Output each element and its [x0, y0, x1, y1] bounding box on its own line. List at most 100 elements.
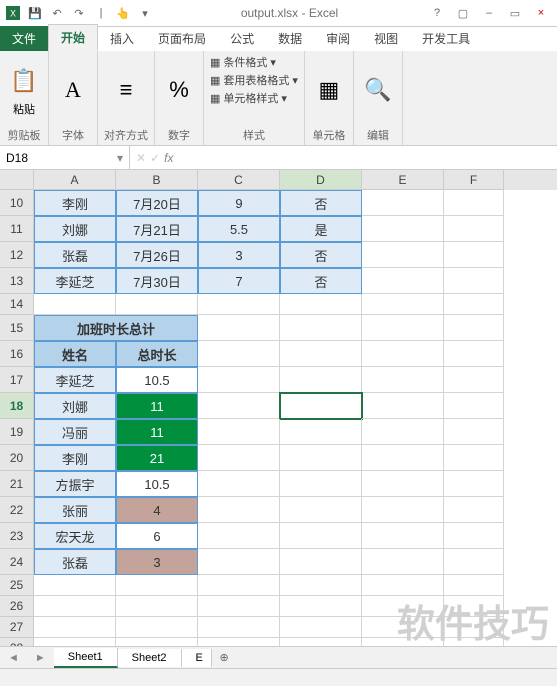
summary-total-cell[interactable]: 21	[116, 445, 198, 471]
help-button[interactable]: ?	[425, 4, 449, 22]
empty-cell[interactable]	[362, 617, 444, 638]
summary-total-cell[interactable]: 11	[116, 393, 198, 419]
empty-cell[interactable]	[198, 471, 280, 497]
empty-cell[interactable]	[444, 393, 504, 419]
excel-icon[interactable]: X	[4, 4, 22, 22]
empty-cell[interactable]	[280, 617, 362, 638]
restore-button[interactable]: ▭	[503, 4, 527, 22]
cancel-formula-icon[interactable]: ✕	[136, 151, 146, 165]
empty-cell[interactable]	[444, 294, 504, 315]
row-header[interactable]: 23	[0, 523, 34, 549]
row-header[interactable]: 12	[0, 242, 34, 268]
spreadsheet-grid[interactable]: A B C D E F 10李刚7月20日9否11刘娜7月21日5.5是12张磊…	[0, 170, 557, 660]
empty-cell[interactable]	[362, 315, 444, 341]
empty-cell[interactable]	[116, 575, 198, 596]
empty-cell[interactable]	[362, 242, 444, 268]
paste-label[interactable]: 粘贴	[13, 101, 35, 117]
empty-cell[interactable]	[198, 315, 280, 341]
summary-total-cell[interactable]: 3	[116, 549, 198, 575]
col-header-b[interactable]: B	[116, 170, 198, 190]
empty-cell[interactable]	[198, 523, 280, 549]
tab-data[interactable]: 数据	[266, 26, 314, 51]
empty-cell[interactable]	[116, 294, 198, 315]
col-header-d[interactable]: D	[280, 170, 362, 190]
row-header[interactable]: 27	[0, 617, 34, 638]
data-cell[interactable]: 3	[198, 242, 280, 268]
empty-cell[interactable]	[444, 549, 504, 575]
summary-name-cell[interactable]: 宏天龙	[34, 523, 116, 549]
empty-cell[interactable]	[362, 419, 444, 445]
conditional-formatting-button[interactable]: ▦条件格式 ▾	[210, 54, 298, 70]
empty-cell[interactable]	[444, 216, 504, 242]
minimize-button[interactable]: –	[477, 4, 501, 22]
format-as-table-button[interactable]: ▦套用表格格式 ▾	[210, 72, 298, 88]
empty-cell[interactable]	[198, 367, 280, 393]
empty-cell[interactable]	[444, 190, 504, 216]
empty-cell[interactable]	[280, 367, 362, 393]
row-header[interactable]: 20	[0, 445, 34, 471]
find-icon[interactable]: 🔍	[360, 72, 396, 108]
empty-cell[interactable]	[444, 419, 504, 445]
data-cell[interactable]: 9	[198, 190, 280, 216]
empty-cell[interactable]	[444, 445, 504, 471]
empty-cell[interactable]	[280, 575, 362, 596]
data-cell[interactable]: 7	[198, 268, 280, 294]
ribbon-display-button[interactable]: ▢	[451, 4, 475, 22]
col-header-a[interactable]: A	[34, 170, 116, 190]
empty-cell[interactable]	[362, 575, 444, 596]
summary-total-cell[interactable]: 10.5	[116, 367, 198, 393]
data-cell[interactable]: 李延芝	[34, 268, 116, 294]
data-cell[interactable]: 是	[280, 216, 362, 242]
row-header[interactable]: 19	[0, 419, 34, 445]
empty-cell[interactable]	[280, 596, 362, 617]
qat-dropdown-icon[interactable]: ▾	[136, 4, 154, 22]
row-header[interactable]: 13	[0, 268, 34, 294]
selected-cell[interactable]	[280, 393, 362, 419]
summary-total-cell[interactable]: 6	[116, 523, 198, 549]
save-icon[interactable]: 💾	[26, 4, 44, 22]
empty-cell[interactable]	[34, 596, 116, 617]
tab-page-layout[interactable]: 页面布局	[146, 26, 218, 51]
row-header[interactable]: 11	[0, 216, 34, 242]
empty-cell[interactable]	[362, 497, 444, 523]
col-header-c[interactable]: C	[198, 170, 280, 190]
data-cell[interactable]: 否	[280, 268, 362, 294]
summary-total-cell[interactable]: 4	[116, 497, 198, 523]
empty-cell[interactable]	[362, 367, 444, 393]
empty-cell[interactable]	[362, 523, 444, 549]
summary-name-cell[interactable]: 冯丽	[34, 419, 116, 445]
empty-cell[interactable]	[362, 445, 444, 471]
redo-icon[interactable]: ↷	[70, 4, 88, 22]
empty-cell[interactable]	[198, 294, 280, 315]
row-header[interactable]: 15	[0, 315, 34, 341]
col-header-f[interactable]: F	[444, 170, 504, 190]
empty-cell[interactable]	[444, 268, 504, 294]
empty-cell[interactable]	[198, 596, 280, 617]
row-header[interactable]: 24	[0, 549, 34, 575]
data-cell[interactable]: 否	[280, 190, 362, 216]
data-cell[interactable]: 5.5	[198, 216, 280, 242]
empty-cell[interactable]	[444, 497, 504, 523]
empty-cell[interactable]	[444, 596, 504, 617]
percent-icon[interactable]: %	[161, 72, 197, 108]
tab-insert[interactable]: 插入	[98, 26, 146, 51]
empty-cell[interactable]	[444, 341, 504, 367]
summary-name-cell[interactable]: 刘娜	[34, 393, 116, 419]
col-header-e[interactable]: E	[362, 170, 444, 190]
empty-cell[interactable]	[280, 523, 362, 549]
data-cell[interactable]: 7月20日	[116, 190, 198, 216]
tab-home[interactable]: 开始	[48, 24, 98, 51]
empty-cell[interactable]	[444, 617, 504, 638]
summary-total-cell[interactable]: 11	[116, 419, 198, 445]
empty-cell[interactable]	[362, 471, 444, 497]
cells-icon[interactable]: ▦	[311, 72, 347, 108]
data-cell[interactable]: 否	[280, 242, 362, 268]
tab-file[interactable]: 文件	[0, 26, 48, 51]
row-header[interactable]: 10	[0, 190, 34, 216]
empty-cell[interactable]	[444, 575, 504, 596]
empty-cell[interactable]	[198, 341, 280, 367]
data-cell[interactable]: 刘娜	[34, 216, 116, 242]
empty-cell[interactable]	[198, 419, 280, 445]
row-header[interactable]: 18	[0, 393, 34, 419]
sheet-nav-left-icon[interactable]: ◄	[0, 652, 27, 664]
